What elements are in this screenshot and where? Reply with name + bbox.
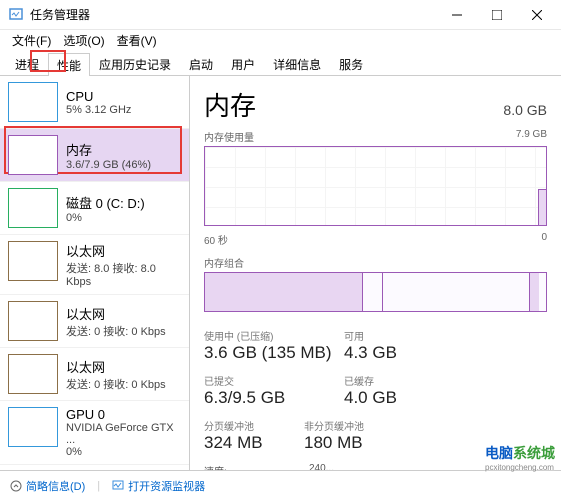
tab-startup[interactable]: 启动 bbox=[180, 52, 222, 75]
tab-history[interactable]: 应用历史记录 bbox=[90, 52, 180, 75]
usage-label: 内存使用量 bbox=[204, 129, 254, 144]
sidebar-item-3[interactable]: 以太网发送: 8.0 接收: 8.0 Kbps bbox=[0, 235, 189, 295]
sidebar-name: CPU bbox=[66, 89, 131, 104]
menu-file[interactable]: 文件(F) bbox=[6, 30, 57, 52]
sidebar-item-5[interactable]: 以太网发送: 0 接收: 0 Kbps bbox=[0, 348, 189, 401]
sidebar-item-4[interactable]: 以太网发送: 0 接收: 0 Kbps bbox=[0, 295, 189, 348]
highlight-tab bbox=[30, 50, 66, 72]
sidebar-thumb bbox=[8, 188, 58, 228]
maximize-button[interactable] bbox=[477, 1, 517, 29]
main-total: 8.0 GB bbox=[503, 102, 547, 118]
sidebar-name: 以太网 bbox=[66, 304, 166, 323]
sidebar-name: 以太网 bbox=[66, 357, 166, 376]
minimize-button[interactable] bbox=[437, 1, 477, 29]
sidebar-name: 磁盘 0 (C: D:) bbox=[66, 193, 145, 212]
avail-value: 4.3 GB bbox=[344, 343, 414, 363]
menu-options[interactable]: 选项(O) bbox=[57, 30, 110, 52]
sidebar-sub: 发送: 0 接收: 0 Kbps bbox=[66, 376, 166, 392]
tab-details[interactable]: 详细信息 bbox=[264, 52, 330, 75]
window-title: 任务管理器 bbox=[30, 6, 437, 23]
sidebar-thumb bbox=[8, 241, 58, 281]
nonpaged-label: 非分页缓冲池 bbox=[304, 418, 404, 433]
cached-label: 已缓存 bbox=[344, 373, 414, 388]
usage-max: 7.9 GB bbox=[516, 129, 547, 144]
nonpaged-value: 180 MB bbox=[304, 433, 404, 453]
inuse-value: 3.6 GB (135 MB) bbox=[204, 343, 344, 363]
sidebar-item-2[interactable]: 磁盘 0 (C: D:)0% bbox=[0, 182, 189, 235]
cached-value: 4.0 GB bbox=[344, 388, 414, 408]
paged-value: 324 MB bbox=[204, 433, 304, 453]
menu-view[interactable]: 查看(V) bbox=[111, 30, 163, 52]
sidebar-thumb bbox=[8, 301, 58, 341]
speed-l: 速度: bbox=[204, 463, 227, 470]
stats-right: 速度:240... 已使用的插槽:1/2 外形规格:DIM... 为硬件保留的内… bbox=[204, 463, 334, 470]
sidebar-item-6[interactable]: GPU 0NVIDIA GeForce GTX ...0% bbox=[0, 401, 189, 465]
committed-value: 6.3/9.5 GB bbox=[204, 388, 344, 408]
sidebar-thumb bbox=[8, 82, 58, 122]
sidebar-name: GPU 0 bbox=[66, 407, 181, 422]
sidebar-thumb bbox=[8, 407, 58, 447]
inuse-label: 使用中 (已压缩) bbox=[204, 328, 344, 343]
sidebar-sub: 5% 3.12 GHz bbox=[66, 104, 131, 116]
close-button[interactable] bbox=[517, 1, 557, 29]
app-icon bbox=[8, 7, 24, 23]
usage-chart bbox=[204, 146, 547, 226]
main-panel: 内存 8.0 GB 内存使用量 7.9 GB 60 秒 0 内存组合 使用中 (已压… bbox=[190, 76, 561, 470]
sidebar-name: 以太网 bbox=[66, 241, 181, 260]
sidebar-thumb bbox=[8, 354, 58, 394]
composition-chart bbox=[204, 272, 547, 312]
resource-monitor-link[interactable]: 打开资源监视器 bbox=[112, 478, 205, 494]
tab-bar: 进程 性能 应用历史记录 启动 用户 详细信息 服务 bbox=[0, 52, 561, 76]
watermark: 电脑系统城 pcxitongcheng.com bbox=[485, 443, 555, 472]
time-zero: 0 bbox=[541, 232, 547, 247]
tab-services[interactable]: 服务 bbox=[330, 52, 372, 75]
main-title: 内存 bbox=[204, 86, 256, 123]
sidebar-sub2: 0% bbox=[66, 446, 181, 458]
comp-label: 内存组合 bbox=[204, 255, 244, 270]
menubar: 文件(F) 选项(O) 查看(V) bbox=[0, 30, 561, 52]
committed-label: 已提交 bbox=[204, 373, 344, 388]
sidebar-sub: 发送: 0 接收: 0 Kbps bbox=[66, 323, 166, 339]
sidebar-sub: 0% bbox=[66, 212, 145, 224]
speed-v: 240... bbox=[309, 463, 334, 470]
titlebar: 任务管理器 bbox=[0, 0, 561, 30]
footer: 简略信息(D) | 打开资源监视器 bbox=[0, 470, 561, 500]
time-label: 60 秒 bbox=[204, 232, 228, 247]
sidebar-sub: 发送: 8.0 接收: 8.0 Kbps bbox=[66, 260, 181, 288]
tab-users[interactable]: 用户 bbox=[222, 52, 264, 75]
paged-label: 分页缓冲池 bbox=[204, 418, 304, 433]
sidebar-item-0[interactable]: CPU5% 3.12 GHz bbox=[0, 76, 189, 129]
avail-label: 可用 bbox=[344, 328, 414, 343]
fewer-details-link[interactable]: 简略信息(D) bbox=[10, 478, 85, 494]
sidebar-sub: NVIDIA GeForce GTX ... bbox=[66, 422, 181, 446]
sidebar-thumb bbox=[8, 135, 58, 175]
